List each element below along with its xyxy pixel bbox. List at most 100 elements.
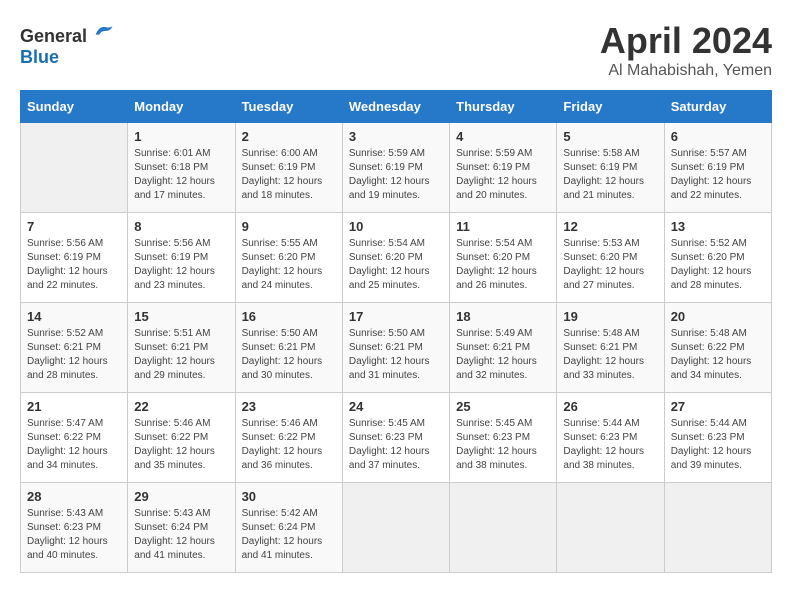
day-number: 25 bbox=[456, 399, 550, 414]
cell-text: Sunrise: 5:58 AMSunset: 6:19 PMDaylight:… bbox=[563, 147, 657, 203]
logo-blue: Blue bbox=[20, 47, 59, 67]
month-title: April 2024 bbox=[600, 20, 772, 62]
day-number: 20 bbox=[671, 309, 765, 324]
day-number: 11 bbox=[456, 219, 550, 234]
cell-text: Sunrise: 5:52 AMSunset: 6:20 PMDaylight:… bbox=[671, 237, 765, 293]
cell-text: Sunrise: 5:54 AMSunset: 6:20 PMDaylight:… bbox=[456, 237, 550, 293]
page-header: General Blue April 2024 Al Mahabishah, Y… bbox=[20, 20, 772, 80]
day-number: 5 bbox=[563, 129, 657, 144]
calendar-cell: 10Sunrise: 5:54 AMSunset: 6:20 PMDayligh… bbox=[342, 213, 449, 303]
day-number: 2 bbox=[242, 129, 336, 144]
cell-text: Sunrise: 5:46 AMSunset: 6:22 PMDaylight:… bbox=[242, 417, 336, 473]
day-number: 27 bbox=[671, 399, 765, 414]
calendar-cell bbox=[450, 483, 557, 573]
cell-text: Sunrise: 5:55 AMSunset: 6:20 PMDaylight:… bbox=[242, 237, 336, 293]
logo-bird-icon bbox=[92, 20, 114, 42]
day-number: 4 bbox=[456, 129, 550, 144]
calendar-cell: 5 Sunrise: 5:58 AMSunset: 6:19 PMDaylight… bbox=[557, 123, 664, 213]
cell-text: Sunrise: 5:51 AMSunset: 6:21 PMDaylight:… bbox=[134, 327, 228, 383]
calendar-cell: 4 Sunrise: 5:59 AMSunset: 6:19 PMDaylight… bbox=[450, 123, 557, 213]
calendar-cell bbox=[21, 123, 128, 213]
day-header-saturday: Saturday bbox=[664, 91, 771, 123]
cell-text: Sunrise: 5:45 AMSunset: 6:23 PMDaylight:… bbox=[349, 417, 443, 473]
calendar-cell: 3Sunrise: 5:59 AMSunset: 6:19 PMDaylight… bbox=[342, 123, 449, 213]
calendar-week-row: 1 Sunrise: 6:01 AMSunset: 6:18 PMDaylight… bbox=[21, 123, 772, 213]
day-number: 15 bbox=[134, 309, 228, 324]
calendar-cell: 15 Sunrise: 5:51 AMSunset: 6:21 PMDayligh… bbox=[128, 303, 235, 393]
cell-text: Sunrise: 5:49 AMSunset: 6:21 PMDaylight:… bbox=[456, 327, 550, 383]
cell-text: Sunrise: 5:47 AMSunset: 6:22 PMDaylight:… bbox=[27, 417, 121, 473]
cell-text: Sunrise: 5:45 AMSunset: 6:23 PMDaylight:… bbox=[456, 417, 550, 473]
cell-text: Sunrise: 5:56 AMSunset: 6:19 PMDaylight:… bbox=[134, 237, 228, 293]
calendar-cell: 19 Sunrise: 5:48 AMSunset: 6:21 PMDayligh… bbox=[557, 303, 664, 393]
day-number: 13 bbox=[671, 219, 765, 234]
day-number: 29 bbox=[134, 489, 228, 504]
calendar-cell: 13 Sunrise: 5:52 AMSunset: 6:20 PMDayligh… bbox=[664, 213, 771, 303]
cell-text: Sunrise: 6:01 AMSunset: 6:18 PMDaylight:… bbox=[134, 147, 228, 203]
calendar-week-row: 28 Sunrise: 5:43 AMSunset: 6:23 PMDayligh… bbox=[21, 483, 772, 573]
cell-text: Sunrise: 5:56 AMSunset: 6:19 PMDaylight:… bbox=[27, 237, 121, 293]
day-number: 18 bbox=[456, 309, 550, 324]
calendar-cell: 11 Sunrise: 5:54 AMSunset: 6:20 PMDayligh… bbox=[450, 213, 557, 303]
calendar-cell: 2 Sunrise: 6:00 AMSunset: 6:19 PMDaylight… bbox=[235, 123, 342, 213]
calendar-week-row: 14 Sunrise: 5:52 AMSunset: 6:21 PMDayligh… bbox=[21, 303, 772, 393]
calendar-header-row: SundayMondayTuesdayWednesdayThursdayFrid… bbox=[21, 91, 772, 123]
day-number: 16 bbox=[242, 309, 336, 324]
logo: General Blue bbox=[20, 20, 114, 68]
calendar-cell: 28 Sunrise: 5:43 AMSunset: 6:23 PMDayligh… bbox=[21, 483, 128, 573]
calendar-cell: 17 Sunrise: 5:50 AMSunset: 6:21 PMDayligh… bbox=[342, 303, 449, 393]
cell-text: Sunrise: 5:54 AMSunset: 6:20 PMDaylight:… bbox=[349, 237, 443, 293]
title-block: April 2024 Al Mahabishah, Yemen bbox=[600, 20, 772, 80]
day-number: 17 bbox=[349, 309, 443, 324]
cell-text: Sunrise: 5:52 AMSunset: 6:21 PMDaylight:… bbox=[27, 327, 121, 383]
calendar-cell: 1 Sunrise: 6:01 AMSunset: 6:18 PMDaylight… bbox=[128, 123, 235, 213]
day-number: 21 bbox=[27, 399, 121, 414]
day-number: 22 bbox=[134, 399, 228, 414]
cell-text: Sunrise: 5:50 AMSunset: 6:21 PMDaylight:… bbox=[349, 327, 443, 383]
calendar-cell: 16Sunrise: 5:50 AMSunset: 6:21 PMDayligh… bbox=[235, 303, 342, 393]
cell-text: Sunrise: 5:43 AMSunset: 6:24 PMDaylight:… bbox=[134, 507, 228, 563]
cell-text: Sunrise: 5:59 AMSunset: 6:19 PMDaylight:… bbox=[349, 147, 443, 203]
day-number: 26 bbox=[563, 399, 657, 414]
day-number: 30 bbox=[242, 489, 336, 504]
cell-text: Sunrise: 5:48 AMSunset: 6:21 PMDaylight:… bbox=[563, 327, 657, 383]
calendar-cell: 20 Sunrise: 5:48 AMSunset: 6:22 PMDayligh… bbox=[664, 303, 771, 393]
calendar-cell: 14 Sunrise: 5:52 AMSunset: 6:21 PMDayligh… bbox=[21, 303, 128, 393]
calendar-cell: 26Sunrise: 5:44 AMSunset: 6:23 PMDayligh… bbox=[557, 393, 664, 483]
day-header-sunday: Sunday bbox=[21, 91, 128, 123]
day-number: 7 bbox=[27, 219, 121, 234]
day-number: 12 bbox=[563, 219, 657, 234]
cell-text: Sunrise: 5:43 AMSunset: 6:23 PMDaylight:… bbox=[27, 507, 121, 563]
calendar-cell: 22Sunrise: 5:46 AMSunset: 6:22 PMDayligh… bbox=[128, 393, 235, 483]
day-number: 9 bbox=[242, 219, 336, 234]
calendar-cell: 24 Sunrise: 5:45 AMSunset: 6:23 PMDayligh… bbox=[342, 393, 449, 483]
day-header-monday: Monday bbox=[128, 91, 235, 123]
calendar-cell: 9 Sunrise: 5:55 AMSunset: 6:20 PMDaylight… bbox=[235, 213, 342, 303]
day-number: 23 bbox=[242, 399, 336, 414]
calendar-cell: 21 Sunrise: 5:47 AMSunset: 6:22 PMDayligh… bbox=[21, 393, 128, 483]
calendar-cell: 7 Sunrise: 5:56 AMSunset: 6:19 PMDaylight… bbox=[21, 213, 128, 303]
calendar-cell: 30Sunrise: 5:42 AMSunset: 6:24 PMDayligh… bbox=[235, 483, 342, 573]
calendar-week-row: 21 Sunrise: 5:47 AMSunset: 6:22 PMDayligh… bbox=[21, 393, 772, 483]
day-number: 19 bbox=[563, 309, 657, 324]
cell-text: Sunrise: 6:00 AMSunset: 6:19 PMDaylight:… bbox=[242, 147, 336, 203]
day-number: 28 bbox=[27, 489, 121, 504]
day-header-wednesday: Wednesday bbox=[342, 91, 449, 123]
day-number: 1 bbox=[134, 129, 228, 144]
calendar-cell bbox=[557, 483, 664, 573]
day-number: 8 bbox=[134, 219, 228, 234]
calendar-cell: 18 Sunrise: 5:49 AMSunset: 6:21 PMDayligh… bbox=[450, 303, 557, 393]
calendar-cell bbox=[342, 483, 449, 573]
cell-text: Sunrise: 5:48 AMSunset: 6:22 PMDaylight:… bbox=[671, 327, 765, 383]
calendar-week-row: 7 Sunrise: 5:56 AMSunset: 6:19 PMDaylight… bbox=[21, 213, 772, 303]
day-header-tuesday: Tuesday bbox=[235, 91, 342, 123]
cell-text: Sunrise: 5:59 AMSunset: 6:19 PMDaylight:… bbox=[456, 147, 550, 203]
calendar-cell: 12Sunrise: 5:53 AMSunset: 6:20 PMDayligh… bbox=[557, 213, 664, 303]
calendar-cell: 27Sunrise: 5:44 AMSunset: 6:23 PMDayligh… bbox=[664, 393, 771, 483]
calendar-cell: 6Sunrise: 5:57 AMSunset: 6:19 PMDaylight… bbox=[664, 123, 771, 213]
day-number: 24 bbox=[349, 399, 443, 414]
calendar-cell: 29 Sunrise: 5:43 AMSunset: 6:24 PMDayligh… bbox=[128, 483, 235, 573]
calendar-cell: 8 Sunrise: 5:56 AMSunset: 6:19 PMDaylight… bbox=[128, 213, 235, 303]
calendar-cell: 23 Sunrise: 5:46 AMSunset: 6:22 PMDayligh… bbox=[235, 393, 342, 483]
day-number: 14 bbox=[27, 309, 121, 324]
